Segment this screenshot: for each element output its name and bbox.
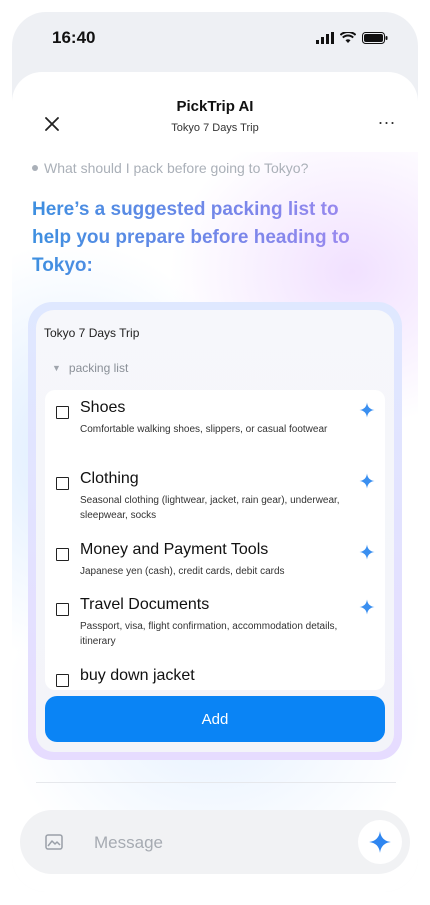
sparkle-icon[interactable] <box>358 401 376 419</box>
item-title: Shoes <box>80 399 126 416</box>
message-composer <box>20 810 410 874</box>
section-toggle[interactable]: ▼ packing list <box>52 361 128 375</box>
more-icon[interactable]: ... <box>378 108 396 129</box>
item-description: Seasonal clothing (lightwear, jacket, ra… <box>80 495 340 521</box>
item-description: Comfortable walking shoes, slippers, or … <box>80 424 328 435</box>
image-icon[interactable] <box>44 832 64 852</box>
item-title: Money and Payment Tools <box>80 541 269 558</box>
item-description: Passport, visa, flight confirmation, acc… <box>80 621 338 647</box>
wifi-icon <box>340 32 356 43</box>
chat-sheet: PickTrip AI Tokyo 7 Days Trip ... What s… <box>12 72 418 892</box>
status-time: 16:40 <box>52 28 96 47</box>
section-label: packing list <box>68 361 129 375</box>
status-icons <box>316 32 388 44</box>
ai-send-button[interactable] <box>358 820 402 864</box>
checkbox[interactable] <box>56 477 69 490</box>
packing-list: Shoes Comfortable walking shoes, slipper… <box>45 390 385 690</box>
user-question-text: What should I pack before going to Tokyo… <box>44 160 309 176</box>
item-title: Travel Documents <box>80 596 210 613</box>
phone-frame: 16:40 PickTrip AI Tokyo 7 Days Trip ... … <box>12 12 418 892</box>
header-title: PickTrip AI <box>176 98 254 115</box>
sparkle-icon[interactable] <box>358 598 376 616</box>
add-button[interactable]: Add <box>45 696 385 742</box>
sparkle-icon <box>369 831 391 853</box>
checkbox[interactable] <box>56 406 69 419</box>
packing-card: Tokyo 7 Days Trip ▼ packing list Shoes C… <box>36 310 394 752</box>
checkbox[interactable] <box>56 548 69 561</box>
card-title: Tokyo 7 Days Trip <box>44 326 140 340</box>
battery-icon <box>362 32 388 44</box>
sparkle-icon[interactable] <box>358 472 376 490</box>
header-subtitle: Tokyo 7 Days Trip <box>171 122 259 134</box>
packing-card-frame: Tokyo 7 Days Trip ▼ packing list Shoes C… <box>28 302 402 760</box>
signal-icon <box>316 32 334 44</box>
user-question: What should I pack before going to Tokyo… <box>32 160 308 176</box>
item-title: buy down jacket <box>80 667 195 684</box>
sparkle-icon[interactable] <box>358 543 376 561</box>
status-bar: 16:40 <box>12 12 418 64</box>
bullet-dot <box>32 165 38 171</box>
message-input[interactable] <box>92 828 336 858</box>
item-description: Japanese yen (cash), credit cards, debit… <box>80 566 285 577</box>
divider <box>36 782 396 783</box>
checkbox[interactable] <box>56 603 69 616</box>
triangle-down-icon: ▼ <box>52 363 61 373</box>
ai-answer: Here’s a suggested packing list to help … <box>32 196 382 280</box>
checkbox[interactable] <box>56 674 69 687</box>
item-title: Clothing <box>80 470 139 487</box>
